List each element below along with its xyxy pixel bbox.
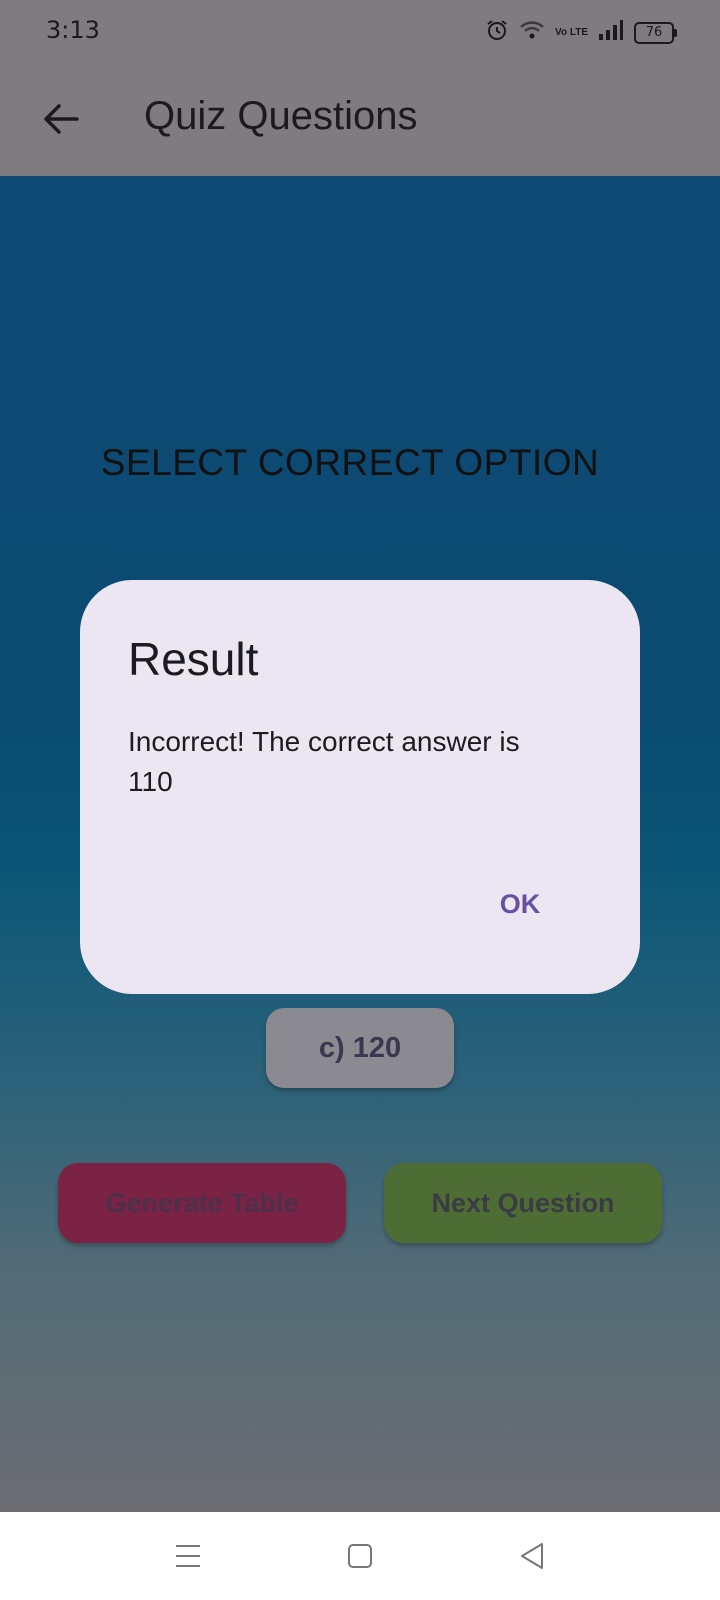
signal-icon xyxy=(598,19,624,46)
navigation-bar xyxy=(0,1512,720,1600)
battery-icon: 76 xyxy=(634,21,677,44)
back-icon[interactable] xyxy=(512,1536,552,1576)
generate-table-button[interactable]: Generate Table xyxy=(58,1163,346,1243)
option-c-button[interactable]: c) 120 xyxy=(266,1008,454,1088)
next-question-button[interactable]: Next Question xyxy=(384,1163,662,1243)
alarm-icon xyxy=(485,18,509,47)
status-bar: 3:13 Vo LTE 76 xyxy=(0,0,720,64)
arrow-back-icon[interactable] xyxy=(36,94,86,144)
status-time: 3:13 xyxy=(46,16,100,44)
wifi-icon xyxy=(519,19,545,46)
volte-icon: Vo LTE xyxy=(555,26,588,38)
dialog-message: Incorrect! The correct answer is 110 xyxy=(128,726,520,797)
dialog-title: Result xyxy=(128,633,259,685)
status-icons: Vo LTE 76 xyxy=(485,18,677,47)
menu-icon[interactable] xyxy=(168,1536,208,1576)
result-dialog: Result Incorrect! The correct answer is … xyxy=(80,580,640,994)
ok-button[interactable]: OK xyxy=(488,876,552,932)
quiz-heading: SELECT CORRECT OPTION xyxy=(100,442,600,483)
app-bar: Quiz Questions xyxy=(0,64,720,176)
home-icon[interactable] xyxy=(340,1536,380,1576)
page-title: Quiz Questions xyxy=(144,94,418,138)
